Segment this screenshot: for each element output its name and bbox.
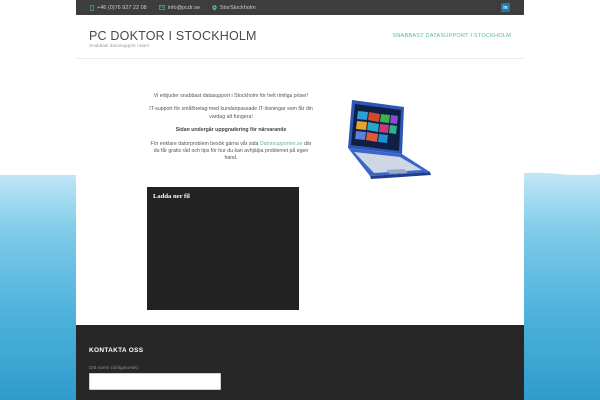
intro-paragraph-4: För enklare datorproblem besök gärna vår… — [147, 141, 315, 163]
location-text: StorStockholm — [219, 4, 256, 11]
main-container: PC DOKTOR I STOCKHOLM Snabbast datorsupp… — [76, 15, 524, 400]
intro-paragraph-2: IT-support för småföretag med kundanpass… — [149, 106, 313, 120]
footer-contact: KONTAKTA OSS Ditt namn (obligatorisk) — [76, 325, 524, 400]
paragraph-4-before: För enklare datorproblem besök gärna vår… — [150, 140, 260, 147]
site-header: PC DOKTOR I STOCKHOLM Snabbast datorsupp… — [76, 15, 524, 59]
location-pin-icon — [212, 4, 217, 11]
name-field-label: Ditt namn (obligatorisk) — [89, 366, 139, 371]
site-title[interactable]: PC DOKTOR I STOCKHOLM — [89, 29, 257, 43]
site-tagline: Snabbast datorsupport i stan! — [89, 43, 150, 48]
intro-paragraph-1: Vi erbjuder snabbast datasupport i Stock… — [153, 93, 309, 99]
phone-icon — [90, 4, 94, 11]
nav-link-snabbast-datasupport[interactable]: SNABBAST DATASUPPORT I STOCKHOLM — [392, 33, 511, 39]
location-info: StorStockholm — [212, 5, 256, 11]
phone-text[interactable]: +46 (0)76 927 22 08 — [97, 5, 147, 11]
name-input[interactable] — [89, 373, 221, 390]
datorsupporten-link[interactable]: Datorsupporten.se — [260, 141, 303, 147]
video-player[interactable]: Ladda ner fil — [147, 187, 299, 310]
phone-info: +46 (0)76 927 22 08 — [90, 5, 147, 11]
video-title[interactable]: Ladda ner fil — [153, 193, 190, 200]
mail-icon — [158, 5, 165, 10]
email-text[interactable]: info@pcdr.se — [168, 5, 200, 11]
top-bar: +46 (0)76 927 22 08 info@pcdr.se StorSto… — [0, 0, 600, 15]
email-info: info@pcdr.se — [158, 5, 200, 11]
top-bar-inner: +46 (0)76 927 22 08 info@pcdr.se StorSto… — [76, 0, 524, 15]
contact-heading: KONTAKTA OSS — [89, 347, 144, 354]
linkedin-icon[interactable]: in — [501, 3, 510, 12]
intro-text: Vi erbjuder snabbast datasupport i Stock… — [147, 93, 315, 169]
intro-paragraph-3: Sidan undergår uppgradering för närvaran… — [175, 127, 287, 134]
laptop-image — [330, 98, 434, 188]
